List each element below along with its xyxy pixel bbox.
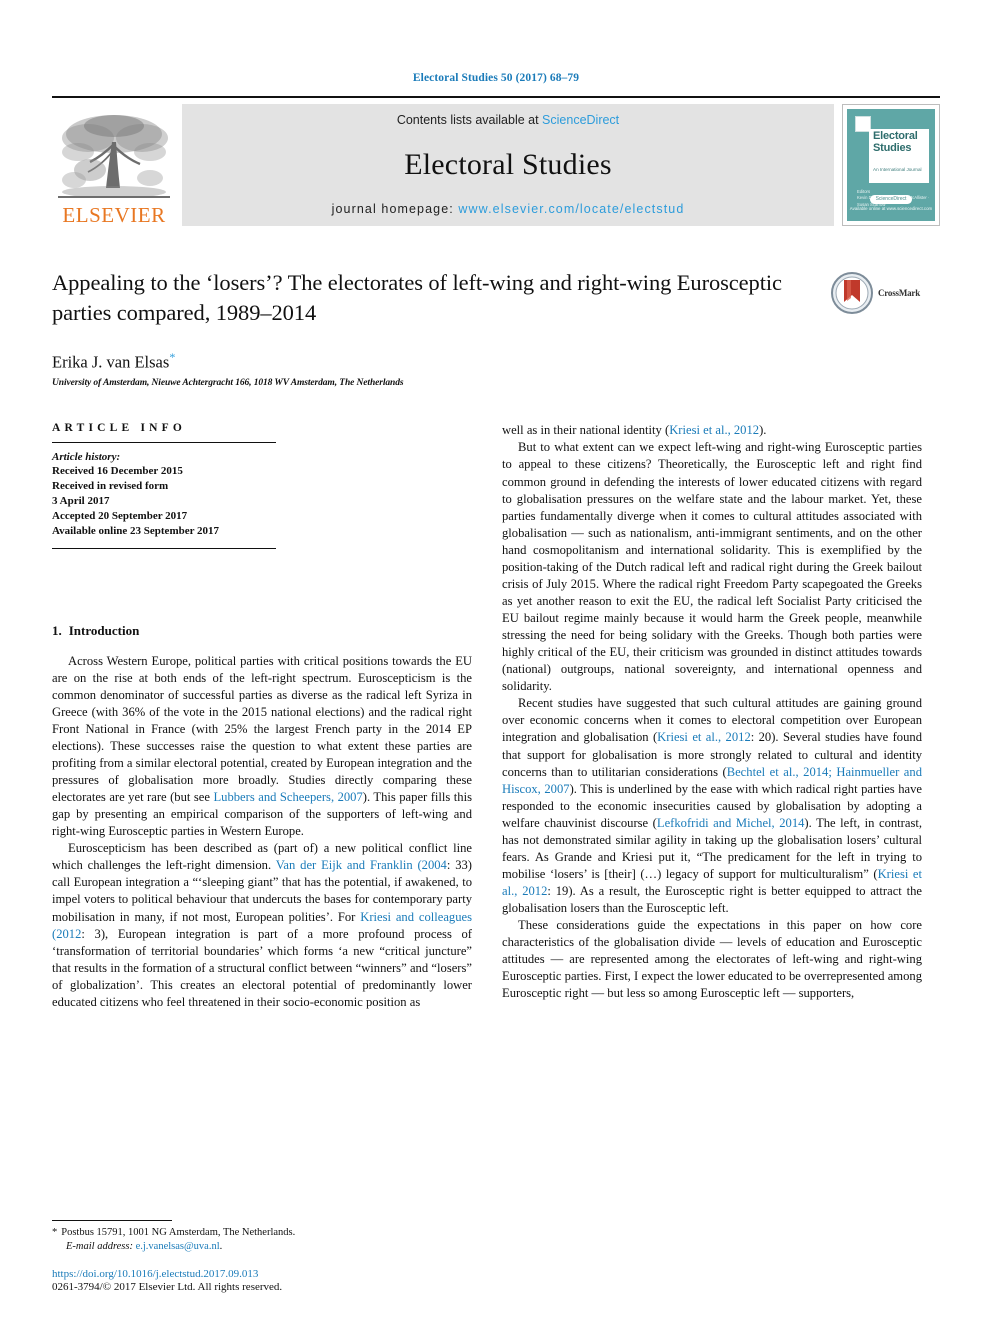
footnote-address: * Postbus 15791, 1001 NG Amsterdam, The N… — [52, 1226, 472, 1241]
article-info-heading: ARTICLE INFO — [52, 422, 187, 435]
contents-line: Contents lists available at ScienceDirec… — [397, 113, 619, 127]
article-history-list: Received 16 December 2015 Received in re… — [52, 464, 472, 538]
copyright-line: 0261-3794/© 2017 Elsevier Ltd. All right… — [52, 1281, 283, 1293]
citation-link[interactable]: Lefkofridi and Michel, 2014 — [657, 816, 805, 830]
footnote-address-text: Postbus 15791, 1001 NG Amsterdam, The Ne… — [61, 1226, 296, 1238]
homepage-link[interactable]: www.elsevier.com/locate/electstud — [458, 202, 684, 216]
left-column: ARTICLE INFO Article history: Received 1… — [52, 422, 472, 1011]
citation-link[interactable]: Kriesi et al., 2012 — [657, 730, 751, 744]
citation-link[interactable]: Bechtel et al., 2014; Hainmueller and Hi… — [502, 765, 922, 796]
paragraph: But to what extent can we expect left-wi… — [502, 440, 922, 694]
homepage-prefix: journal homepage: — [331, 202, 459, 216]
cover-sciencedirect-badge: ScienceDirect — [869, 194, 913, 205]
history-item: Received 16 December 2015 — [52, 465, 183, 478]
homepage-line: journal homepage: www.elsevier.com/locat… — [332, 202, 685, 216]
elsevier-tree-icon — [54, 108, 174, 204]
journal-banner: Contents lists available at ScienceDirec… — [182, 104, 834, 226]
elsevier-wordmark: ELSEVIER — [62, 203, 166, 227]
footnote-rule — [52, 1219, 172, 1221]
citation-link[interactable]: Kriesi and colleagues (2012 — [52, 910, 472, 941]
paragraph: Euroscepticism has been described as (pa… — [52, 841, 473, 1009]
footnote-marker: * — [52, 1226, 58, 1238]
footnote-area: * Postbus 15791, 1001 NG Amsterdam, The N… — [52, 1219, 472, 1293]
footnote-email: E-mail address: e.j.vanelsas@uva.nl. — [52, 1240, 472, 1255]
journal-masthead: ELSEVIER Contents lists available at Sci… — [52, 96, 940, 226]
footnote-email-suffix: . — [219, 1241, 223, 1253]
cover-title: Electoral Studies — [873, 130, 918, 154]
email-link[interactable]: e.j.vanelsas@uva.nl — [136, 1241, 220, 1252]
right-column-paragraphs: well as in their national identity (Krie… — [502, 422, 922, 1002]
citation-link[interactable]: Kriesi et al., 2012 — [502, 867, 922, 898]
page-title: Appealing to the ‘losers’? The electorat… — [52, 270, 782, 325]
citation-link[interactable]: Van der Eijk and Franklin (2004 — [276, 858, 447, 872]
journal-cover-thumbnail: Electoral Studies An International Journ… — [842, 104, 940, 226]
right-column: well as in their national identity (Krie… — [502, 422, 922, 1011]
author-footnote-marker[interactable]: * — [169, 350, 175, 364]
author-label: Erika J. van Elsas — [52, 352, 170, 372]
running-head: Electoral Studies 50 (2017) 68–79 — [412, 72, 580, 84]
sciencedirect-link[interactable]: ScienceDirect — [542, 113, 619, 127]
contents-prefix: Contents lists available at — [396, 113, 543, 127]
citation-link[interactable]: Lubbers and Scheepers, 2007 — [213, 790, 362, 804]
section-title: Introduction — [68, 622, 140, 638]
cover-footer: ScienceDirect Available online at www.sc… — [849, 194, 933, 212]
body-content: ARTICLE INFO Article history: Received 1… — [52, 422, 940, 1011]
crossmark-badge[interactable]: CrossMark — [830, 270, 940, 316]
paper-page: Electoral Studies 50 (2017) 68–79 ELSEVI… — [0, 0, 992, 1323]
section-number: 1. — [52, 622, 62, 638]
affiliation: University of Amsterdam, Nieuwe Achtergr… — [52, 378, 404, 389]
crossmark-label: CrossMark — [878, 288, 921, 298]
article-info-rule-bottom — [52, 547, 276, 549]
section-heading-introduction: 1. Introduction — [52, 623, 472, 639]
paragraph: Recent studies have suggested that such … — [502, 696, 922, 916]
cover-subtitle: An International Journal — [873, 167, 922, 172]
title-block: Appealing to the ‘losers’? The electorat… — [52, 268, 940, 388]
history-item: Accepted 20 September 2017 — [52, 509, 188, 522]
journal-title: Electoral Studies — [404, 147, 612, 181]
paragraph: These considerations guide the expectati… — [502, 918, 922, 1001]
article-history-label: Article history: — [52, 451, 121, 464]
left-column-paragraphs: Across Western Europe, political parties… — [52, 653, 472, 1011]
author-name: Erika J. van Elsas* — [52, 350, 940, 373]
crossmark-icon — [831, 272, 873, 314]
citation-link[interactable]: Kriesi et al., 2012 — [669, 423, 759, 437]
elsevier-logo: ELSEVIER — [52, 104, 176, 226]
history-item: Received in revised form — [52, 480, 169, 493]
article-info-rule-top — [52, 442, 276, 444]
footnote-email-label: E-mail address: — [66, 1241, 133, 1253]
doi-link[interactable]: https://doi.org/10.1016/j.electstud.2017… — [52, 1268, 472, 1280]
history-item: 3 April 2017 — [52, 495, 110, 508]
history-item: Available online 23 September 2017 — [52, 524, 220, 537]
paragraph: Across Western Europe, political parties… — [52, 653, 472, 839]
paragraph: well as in their national identity (Krie… — [502, 423, 767, 438]
